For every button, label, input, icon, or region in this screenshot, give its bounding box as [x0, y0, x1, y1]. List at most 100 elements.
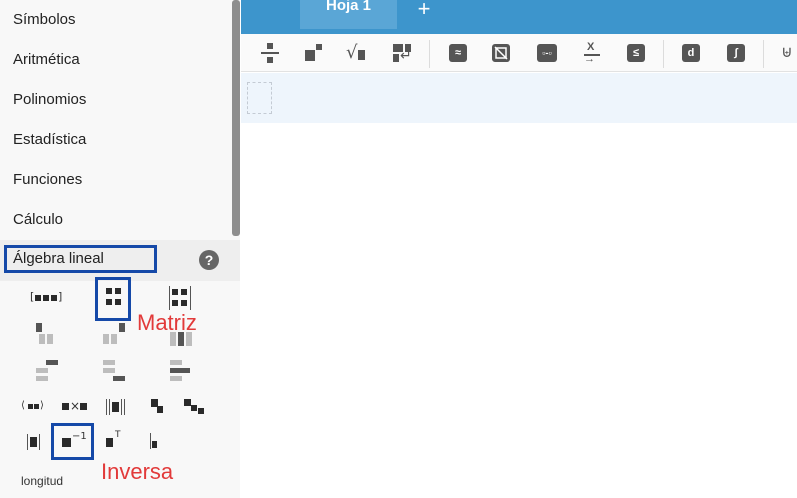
cell-icon [51, 295, 57, 301]
cross-product-tool[interactable]: × [60, 397, 90, 417]
cell-icon [103, 334, 109, 344]
cell-icon [112, 402, 119, 412]
solve-button[interactable]: X → [581, 41, 603, 65]
remove-row-tool[interactable] [168, 358, 194, 384]
add-sheet-button[interactable]: + [414, 0, 434, 21]
less-equal-icon[interactable]: ≤ [627, 44, 645, 62]
angle-left-icon: ⟨ [21, 400, 25, 411]
cell-icon [103, 360, 115, 365]
insert-row-after-tool[interactable] [101, 358, 127, 384]
integral-icon[interactable]: ∫ [727, 44, 745, 62]
tab-label: Hoja 1 [325, 0, 371, 14]
cell-icon [157, 406, 163, 413]
line-cell-icon [393, 54, 399, 62]
sheet-tab-bar: Hoja 1 + [241, 0, 797, 34]
identity-tool[interactable] [148, 432, 162, 452]
cell-icon [35, 295, 41, 301]
category-algebra-lineal[interactable]: Álgebra lineal [4, 245, 157, 273]
double-subscript-tool[interactable] [183, 398, 207, 418]
no-evaluate-icon[interactable] [492, 44, 510, 62]
cell-icon [30, 437, 37, 447]
arrow-right-icon: → [584, 53, 595, 65]
bar-icon [190, 286, 191, 310]
cell-icon [43, 295, 49, 301]
cross-icon: × [70, 399, 81, 413]
cell-icon [111, 334, 117, 344]
cell-icon [170, 360, 182, 365]
cell-icon [36, 376, 48, 381]
cell-icon [191, 405, 197, 411]
cell-icon [39, 334, 45, 344]
inner-product-tool[interactable]: ⟨ ⟩ [21, 397, 47, 417]
cell-icon [103, 368, 115, 373]
cell-icon [170, 368, 190, 373]
cell-icon [152, 441, 157, 448]
return-arrow-icon: ↵ [400, 47, 412, 63]
expression-row [241, 73, 797, 123]
more-tools-button[interactable]: ⊎ [779, 42, 793, 64]
cell-icon [119, 323, 125, 332]
range-icon[interactable]: ▫-▫ [537, 44, 557, 62]
insert-row-before-tool[interactable] [34, 358, 60, 384]
category-calculo[interactable]: Cálculo [0, 200, 232, 240]
cell-icon [106, 438, 113, 447]
cell-icon [172, 289, 178, 295]
math-toolbar: √ ↵ ≈ ▫-▫ X → ≤ d ∫ ⊎ [241, 34, 797, 72]
inverse-highlight-box [51, 423, 94, 460]
transpose-superscript: T [115, 430, 121, 440]
bar-icon [121, 399, 122, 415]
cell-icon [47, 334, 53, 344]
bracket-right-icon: ] [58, 290, 63, 303]
sqrt-icon: √ [346, 42, 358, 63]
cell-icon [80, 403, 87, 410]
power-exponent-icon [316, 44, 322, 50]
cell-icon [178, 332, 184, 346]
cell-icon [184, 399, 191, 406]
cell-icon [113, 376, 125, 381]
category-funciones[interactable]: Funciones [0, 160, 232, 200]
expression-input-placeholder[interactable] [247, 82, 272, 114]
help-icon[interactable]: ? [199, 250, 219, 270]
cell-icon [170, 376, 182, 381]
sqrt-button[interactable]: √ [346, 42, 368, 64]
subscript-tool[interactable] [150, 398, 168, 416]
cell-icon [34, 404, 39, 409]
fraction-button[interactable] [259, 42, 281, 64]
angle-right-icon: ⟩ [40, 400, 44, 411]
sidebar-scrollbar[interactable] [232, 0, 240, 236]
slash-icon [494, 46, 508, 60]
category-polinomios[interactable]: Polinomios [0, 80, 232, 120]
bar-icon [150, 433, 151, 449]
transpose-tool[interactable]: T [105, 430, 127, 452]
fraction-bar-icon [261, 52, 279, 54]
cell-icon [46, 360, 58, 365]
new-line-button[interactable]: ↵ [391, 42, 413, 64]
bar-icon [124, 399, 125, 415]
matrix-highlight-box [95, 277, 131, 321]
solve-x-label: X [587, 41, 595, 53]
cell-icon [172, 300, 178, 306]
longitud-tool[interactable]: longitud [21, 474, 63, 488]
toolbar-separator [763, 40, 764, 68]
bar-icon [109, 399, 110, 415]
approx-icon[interactable]: ≈ [449, 44, 467, 62]
vector-tool[interactable]: [ ] [30, 288, 64, 308]
determinant-tool[interactable] [25, 432, 43, 452]
cell-icon [62, 403, 69, 410]
category-estadistica[interactable]: Estadística [0, 120, 232, 160]
bar-icon [169, 286, 170, 310]
power-button[interactable] [303, 42, 325, 64]
category-aritmetica[interactable]: Aritmética [0, 40, 232, 80]
bar-icon [27, 434, 28, 450]
remove-column-tool[interactable] [168, 330, 194, 348]
insert-column-after-tool[interactable] [101, 322, 127, 346]
cell-icon [186, 332, 192, 346]
tab-hoja-1[interactable]: Hoja 1 [300, 0, 397, 29]
category-simbolos[interactable]: Símbolos [0, 0, 232, 40]
cell-icon [181, 289, 187, 295]
insert-column-before-tool[interactable] [34, 322, 60, 346]
derivative-icon[interactable]: d [682, 44, 700, 62]
annotation-inversa: Inversa [101, 459, 174, 484]
cell-icon [181, 300, 187, 306]
norm-tool[interactable] [104, 397, 126, 417]
